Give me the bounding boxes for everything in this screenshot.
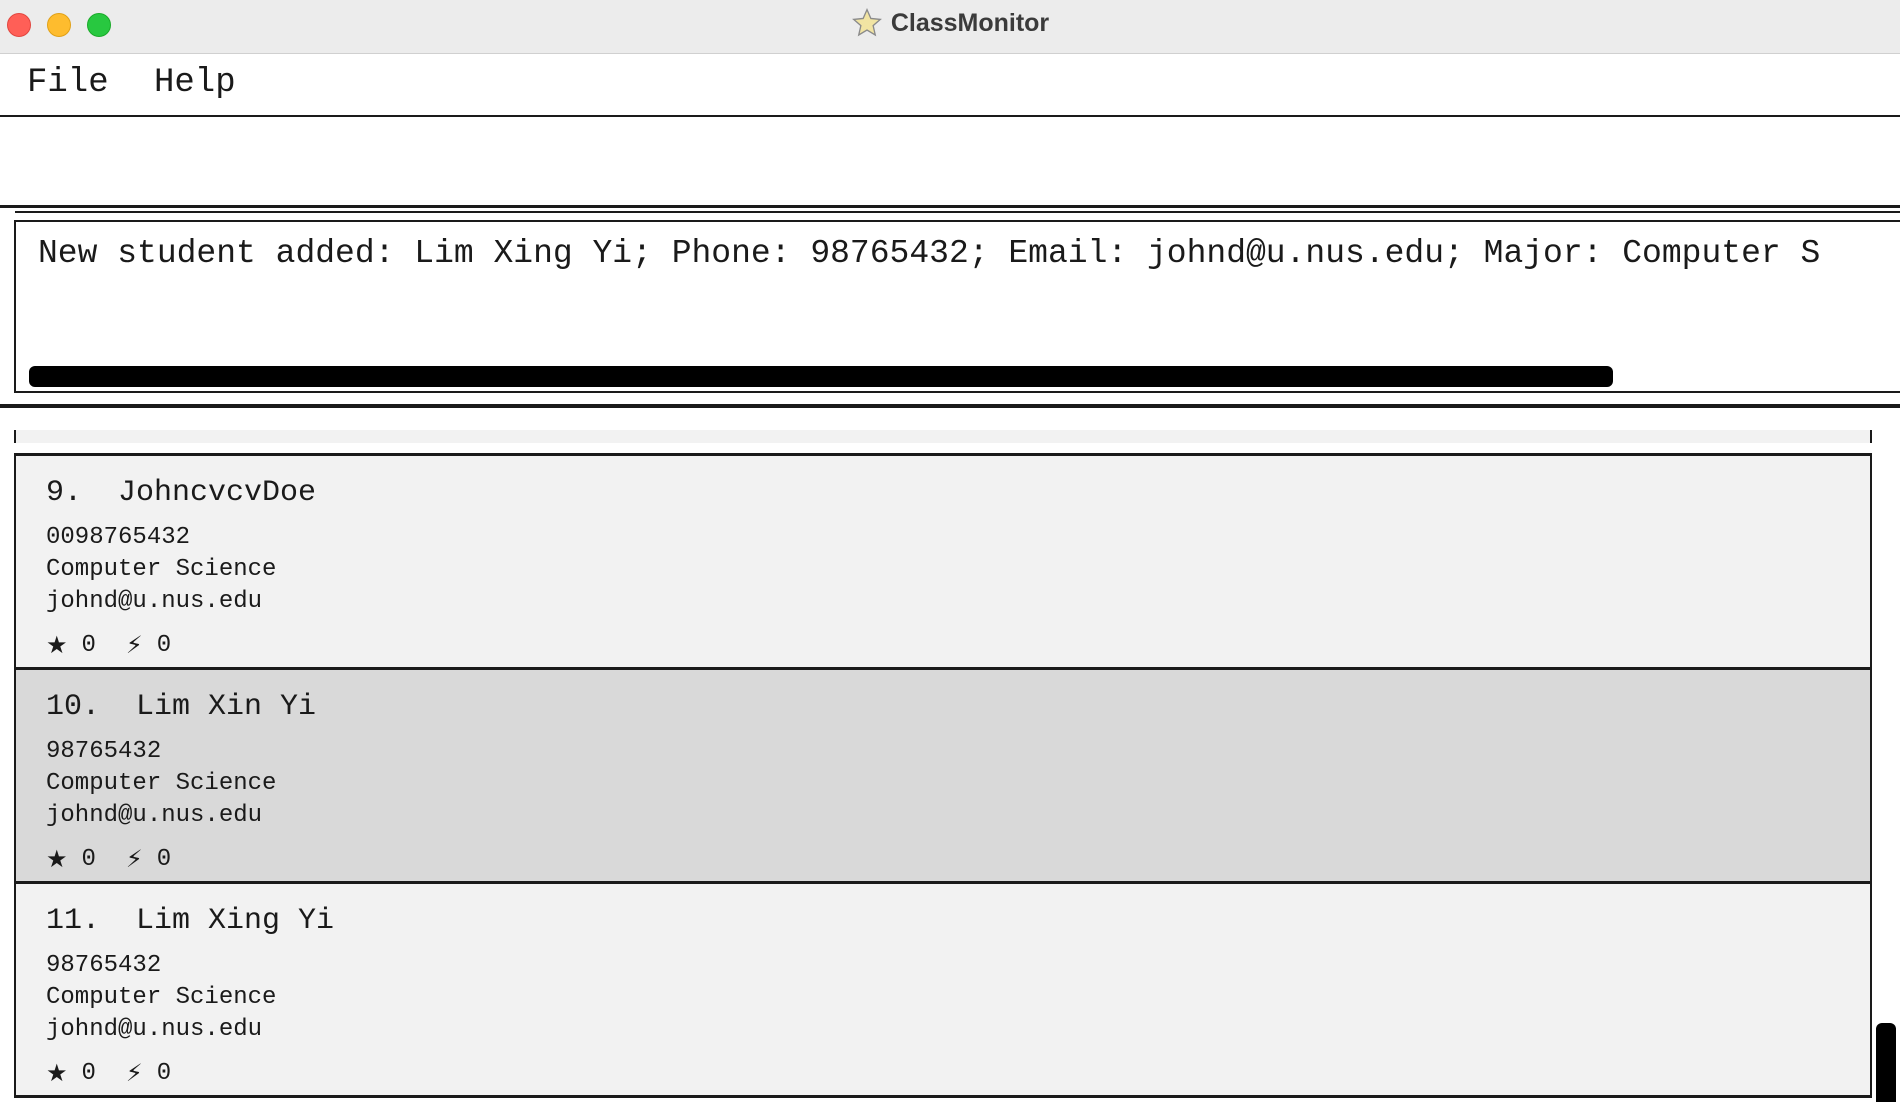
window-title: ClassMonitor: [890, 8, 1050, 37]
star-icon: ★: [46, 845, 68, 873]
list-vertical-scrollbar[interactable]: [1876, 1023, 1896, 1102]
divider: [0, 205, 1900, 208]
student-stats: ★ 0 ⚡ 0: [46, 1059, 201, 1087]
student-name: 10. Lim Xin Yi: [46, 690, 317, 724]
window-titlebar: ClassMonitor: [0, 0, 1900, 54]
star-count: 0: [81, 845, 96, 873]
student-phone: 98765432: [46, 738, 162, 765]
student-phone: 98765432: [46, 952, 162, 979]
menu-file[interactable]: File: [27, 64, 109, 102]
student-card-selected[interactable]: 10. Lim Xin Yi 98765432 Computer Science…: [14, 670, 1872, 881]
lightning-icon: ⚡: [125, 1059, 143, 1087]
energy-count: 0: [156, 845, 172, 873]
energy-count: 0: [156, 631, 172, 659]
lightning-icon: ⚡: [125, 631, 143, 659]
result-text: New student added: Lim Xing Yi; Phone: 9…: [38, 235, 1821, 272]
result-display: New student added: Lim Xing Yi; Phone: 9…: [14, 220, 1900, 393]
student-name: 11. Lim Xing Yi: [46, 904, 335, 938]
star-icon: [851, 8, 882, 37]
energy-count: 0: [156, 1059, 172, 1087]
student-major: Computer Science: [46, 984, 277, 1011]
divider: [0, 404, 1900, 408]
student-name: 9. JohncvcvDoe: [46, 476, 317, 510]
student-card[interactable]: 11. Lim Xing Yi 98765432 Computer Scienc…: [14, 884, 1872, 1095]
student-card[interactable]: 9. JohncvcvDoe 0098765432 Computer Scien…: [14, 456, 1872, 667]
student-phone: 0098765432: [46, 524, 191, 551]
student-stats: ★ 0 ⚡ 0: [46, 845, 201, 873]
star-count: 0: [81, 1059, 96, 1087]
star-icon: ★: [46, 1059, 68, 1087]
star-icon: ★: [46, 631, 68, 659]
menu-bar: File Help: [0, 54, 1900, 117]
student-email: johnd@u.nus.edu: [46, 1016, 263, 1043]
command-input[interactable]: [15, 127, 1900, 213]
lightning-icon: ⚡: [125, 845, 143, 873]
student-list: 9. JohncvcvDoe 0098765432 Computer Scien…: [14, 430, 1872, 1102]
window-title-group: ClassMonitor: [0, 0, 1900, 46]
student-card-partial[interactable]: [14, 430, 1872, 443]
star-count: 0: [81, 631, 96, 659]
student-stats: ★ 0 ⚡ 0: [46, 631, 201, 659]
command-box: [0, 117, 1900, 213]
student-email: johnd@u.nus.edu: [46, 802, 263, 829]
menu-help[interactable]: Help: [154, 64, 236, 102]
card-divider: [14, 1095, 1872, 1098]
student-major: Computer Science: [46, 770, 277, 797]
student-email: johnd@u.nus.edu: [46, 588, 263, 615]
result-horizontal-scrollbar[interactable]: [29, 366, 1613, 387]
student-major: Computer Science: [46, 556, 277, 583]
